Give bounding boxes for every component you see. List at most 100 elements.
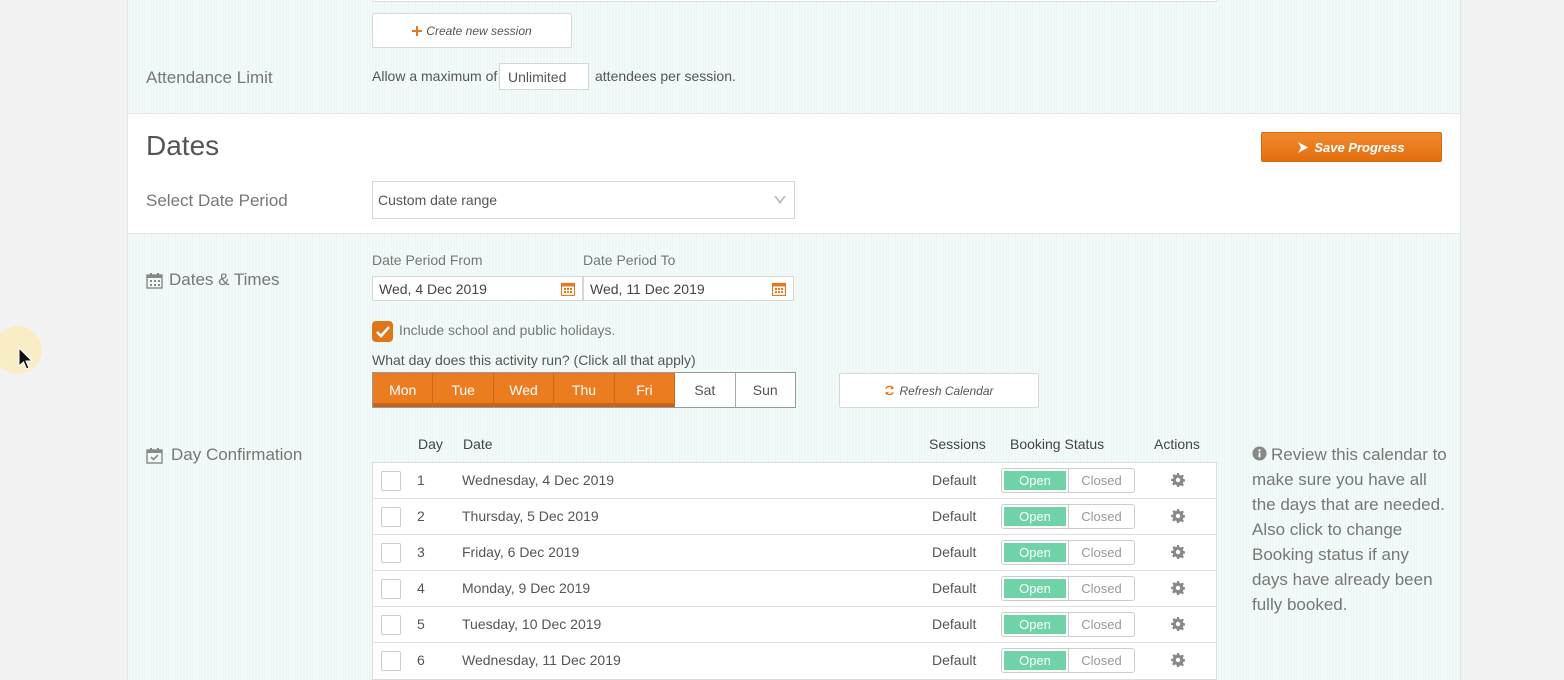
gear-icon[interactable] [1171,509,1185,523]
checkmark-icon [375,325,390,338]
form-main: Create new session Attendance Limit Allo… [127,0,1461,680]
row-sessions: Default [932,472,977,488]
calendar-review-text: Review this calendar to make sure you ha… [1252,445,1447,614]
row-checkbox[interactable] [381,615,401,635]
calendar-icon [146,273,163,289]
day-confirmation-label: Day Confirmation [171,445,303,464]
date-from-label: Date Period From [372,252,483,268]
status-closed-button[interactable]: Closed [1068,469,1134,492]
date-to-input[interactable]: Wed, 11 Dec 2019 [583,276,794,301]
calendar-icon[interactable] [561,282,575,296]
column-header-date: Date [463,436,493,452]
day-toggle-tue[interactable]: Tue [433,373,494,407]
calendar-review-note: Review this calendar to make sure you ha… [1252,442,1448,617]
attendance-limit-input[interactable]: Unlimited [499,63,589,90]
table-row: 4 Monday, 9 Dec 2019 Default Open Closed [373,571,1216,607]
table-row: 5 Tuesday, 10 Dec 2019 Default Open Clos… [373,607,1216,643]
table-row: 2 Thursday, 5 Dec 2019 Default Open Clos… [373,499,1216,535]
row-checkbox[interactable] [381,651,401,671]
status-open-button[interactable]: Open [1002,505,1068,528]
status-open-button[interactable]: Open [1002,469,1068,492]
gear-icon[interactable] [1171,581,1185,595]
row-date: Thursday, 5 Dec 2019 [462,508,599,524]
booking-status-toggle: Open Closed [1001,648,1135,673]
row-sessions: Default [932,508,977,524]
create-session-button[interactable]: Create new session [372,13,572,48]
date-from-value: Wed, 4 Dec 2019 [379,280,487,297]
day-toggle-sun[interactable]: Sun [735,373,795,407]
row-day: 5 [417,616,425,632]
day-toggle-sat[interactable]: Sat [675,373,736,407]
column-header-actions: Actions [1154,436,1200,452]
date-from-input[interactable]: Wed, 4 Dec 2019 [372,276,583,301]
status-closed-button[interactable]: Closed [1068,541,1134,564]
table-row: 1 Wednesday, 4 Dec 2019 Default Open Clo… [373,463,1216,499]
gear-icon[interactable] [1171,473,1185,487]
column-header-sessions: Sessions [929,436,986,452]
day-toggle-fri[interactable]: Fri [614,373,676,407]
row-date: Wednesday, 4 Dec 2019 [462,472,615,488]
booking-status-toggle: Open Closed [1001,576,1135,601]
column-header-booking-status: Booking Status [1010,436,1105,452]
date-period-select[interactable]: Custom date range [372,181,795,219]
row-day: 3 [417,544,425,560]
row-sessions: Default [932,616,977,632]
date-to-value: Wed, 11 Dec 2019 [590,280,705,297]
previous-session-field[interactable] [372,0,1218,2]
row-checkbox[interactable] [381,579,401,599]
table-row: 3 Friday, 6 Dec 2019 Default Open Closed [373,535,1216,571]
attendance-limit-value: Unlimited [508,68,567,85]
refresh-icon [885,385,895,396]
row-sessions: Default [932,652,977,668]
booking-status-toggle: Open Closed [1001,540,1135,565]
status-open-button[interactable]: Open [1002,541,1068,564]
select-date-period-label: Select Date Period [146,191,288,210]
row-date: Monday, 9 Dec 2019 [462,580,591,596]
gear-icon[interactable] [1171,653,1185,667]
column-header-day: Day [418,436,443,452]
chevron-down-icon [774,196,786,204]
include-holidays-checkbox[interactable] [372,321,393,342]
save-progress-button[interactable]: Save Progress [1261,132,1442,162]
info-icon [1252,446,1267,461]
mouse-cursor-icon [18,347,34,370]
row-checkbox[interactable] [381,507,401,527]
status-open-button[interactable]: Open [1002,649,1068,672]
row-sessions: Default [932,580,977,596]
calendar-icon[interactable] [772,282,786,296]
status-open-button[interactable]: Open [1002,613,1068,636]
status-closed-button[interactable]: Closed [1068,505,1134,528]
refresh-calendar-button[interactable]: Refresh Calendar [839,373,1039,408]
day-toggle-wed[interactable]: Wed [493,373,555,407]
row-checkbox[interactable] [381,543,401,563]
gear-icon[interactable] [1171,545,1185,559]
row-date: Friday, 6 Dec 2019 [462,544,580,560]
status-closed-button[interactable]: Closed [1068,649,1134,672]
row-checkbox[interactable] [381,471,401,491]
gear-icon[interactable] [1171,617,1185,631]
day-toggle-mon[interactable]: Mon [373,373,434,407]
booking-status-toggle: Open Closed [1001,504,1135,529]
table-row: 6 Wednesday, 11 Dec 2019 Default Open Cl… [373,643,1216,679]
attendance-limit-label: Attendance Limit [146,68,273,87]
attendance-suffix: attendees per session. [595,68,736,84]
status-closed-button[interactable]: Closed [1068,613,1134,636]
row-day: 6 [417,652,425,668]
date-period-value: Custom date range [378,192,498,208]
refresh-calendar-label: Refresh Calendar [899,383,994,398]
date-to-label: Date Period To [583,252,676,268]
status-closed-button[interactable]: Closed [1068,577,1134,600]
day-confirmation-table: 1 Wednesday, 4 Dec 2019 Default Open Clo… [372,462,1217,680]
dates-times-label: Dates & Times [169,270,280,289]
row-day: 1 [417,472,425,488]
calendar-check-icon [146,448,163,464]
dates-heading: Dates [146,130,220,161]
status-open-button[interactable]: Open [1002,577,1068,600]
row-sessions: Default [932,544,977,560]
days-question: What day does this activity run? (Click … [372,352,696,368]
create-session-label: Create new session [426,23,532,38]
arrow-right-icon [1298,141,1309,153]
day-toggle-thu[interactable]: Thu [554,373,615,407]
booking-status-toggle: Open Closed [1001,612,1135,637]
booking-status-toggle: Open Closed [1001,468,1135,493]
